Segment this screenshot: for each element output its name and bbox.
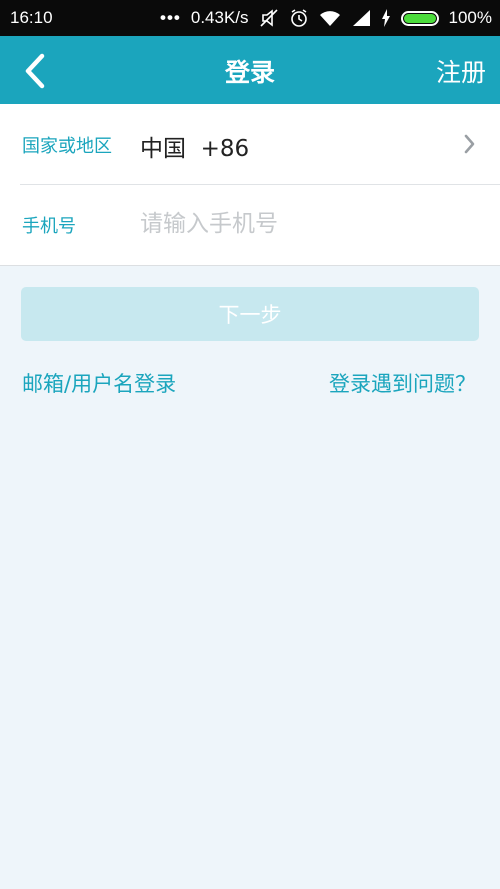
register-button[interactable]: 注册 xyxy=(436,53,486,89)
more-icon: ••• xyxy=(160,8,181,27)
alarm-icon xyxy=(289,8,309,28)
network-speed: 0.43K/s xyxy=(190,8,249,27)
mute-icon xyxy=(259,8,279,28)
phone-label: 手机号 xyxy=(22,216,76,237)
signal-icon xyxy=(351,9,371,27)
page-title: 登录 xyxy=(224,58,275,87)
phone-row: 手机号 xyxy=(0,184,500,264)
login-help-link[interactable]: 登录遇到问题？ xyxy=(329,368,476,398)
wifi-icon xyxy=(319,9,341,27)
email-login-link[interactable]: 邮箱/用户名登录 xyxy=(22,368,176,398)
app-bar: 登录 注册 xyxy=(0,36,500,104)
battery-level xyxy=(403,13,436,23)
next-step-button[interactable]: 下一步 xyxy=(21,287,479,341)
country-selector[interactable]: 国家或地区 中国 +86 xyxy=(0,104,500,184)
status-bar: 16:10 ••• 0.43K/s 100% xyxy=(0,0,500,36)
country-label: 国家或地区 xyxy=(22,136,112,157)
chevron-right-icon xyxy=(464,134,475,154)
battery-percent: 100% xyxy=(448,8,492,27)
status-time: 16:10 xyxy=(10,8,53,27)
country-value: 中国 +86 xyxy=(140,136,250,162)
battery-icon xyxy=(400,10,439,26)
login-form: 国家或地区 中国 +86 手机号 xyxy=(0,104,500,266)
phone-input[interactable] xyxy=(138,202,472,246)
charging-icon xyxy=(381,9,391,27)
status-icons: ••• 0.43K/s 100% xyxy=(160,8,492,28)
